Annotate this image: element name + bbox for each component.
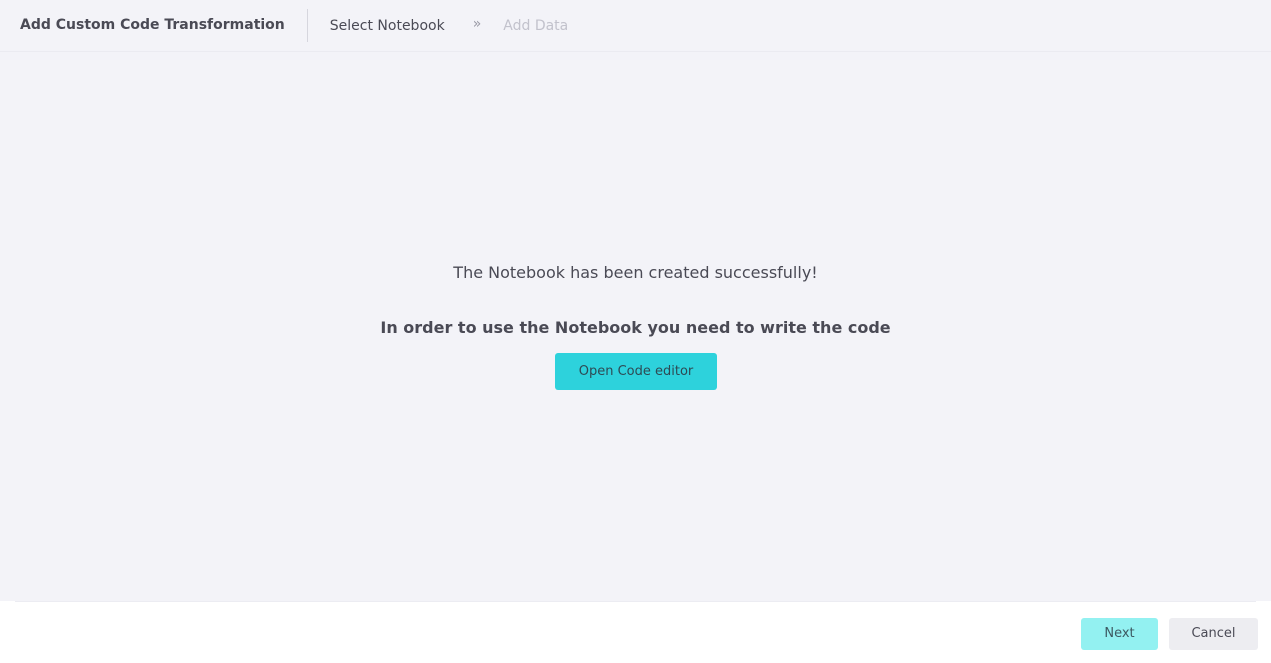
instruction-text: In order to use the Notebook you need to…: [380, 318, 891, 337]
step-add-data: Add Data: [503, 17, 569, 34]
open-code-editor-button[interactable]: Open Code editor: [555, 353, 717, 390]
chevron-double-right-icon: »: [472, 15, 482, 32]
page-title: Add Custom Code Transformation: [0, 9, 308, 42]
footer-divider: [15, 601, 1256, 602]
success-message: The Notebook has been created successful…: [453, 263, 818, 282]
modal-window: Add Custom Code Transformation Select No…: [0, 0, 1271, 663]
next-button[interactable]: Next: [1081, 618, 1158, 650]
wizard-header: Add Custom Code Transformation Select No…: [0, 0, 1271, 52]
main-content: The Notebook has been created successful…: [0, 53, 1271, 601]
cancel-button[interactable]: Cancel: [1169, 618, 1258, 650]
step-select-notebook[interactable]: Select Notebook: [330, 18, 445, 34]
wizard-footer: Next Cancel: [0, 601, 1271, 663]
